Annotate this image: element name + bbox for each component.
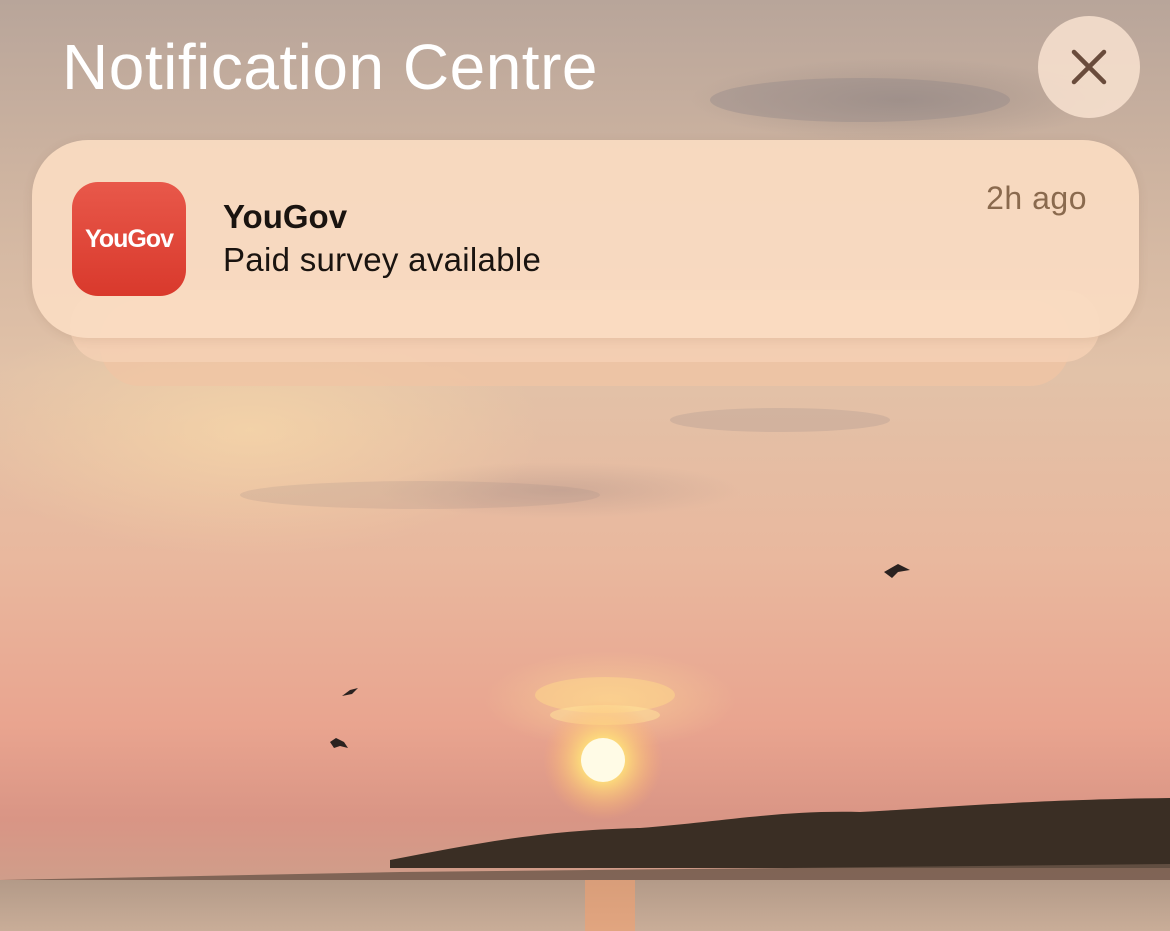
notification-timestamp: 2h ago — [986, 180, 1087, 216]
close-button[interactable] — [1038, 16, 1140, 118]
notification-centre-screen: Notification Centre YouGov YouGov Paid s… — [0, 0, 1170, 931]
app-icon-label: YouGov — [85, 224, 174, 253]
close-icon — [1071, 49, 1107, 85]
notification-app-name: YouGov — [223, 198, 348, 235]
notification-card[interactable]: YouGov YouGov Paid survey available 2h a… — [32, 140, 1139, 338]
notification-message: Paid survey available — [223, 241, 542, 278]
yougov-app-icon: YouGov — [72, 182, 186, 296]
page-title: Notification Centre — [62, 31, 598, 103]
